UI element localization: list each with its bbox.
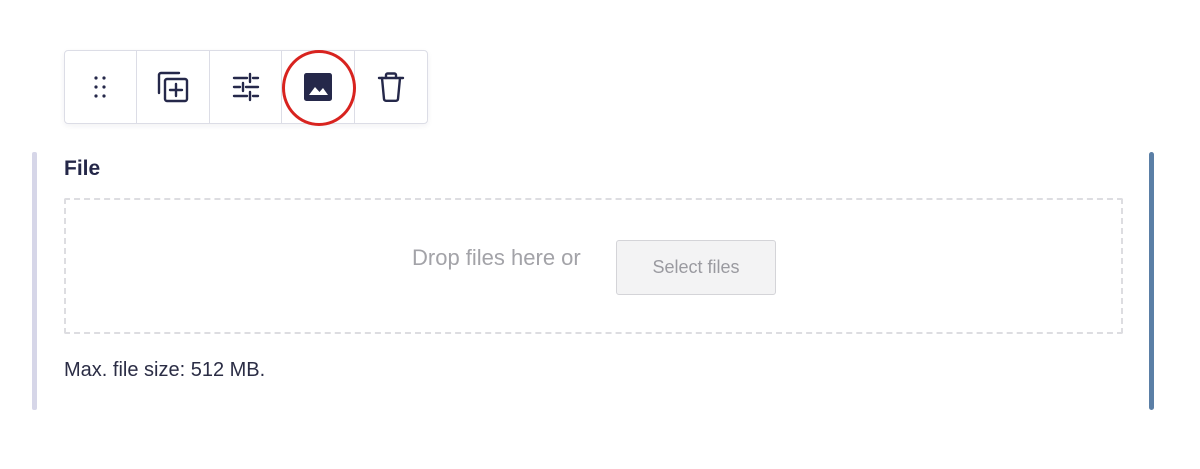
image-button[interactable]: [281, 50, 356, 126]
trash-icon: [376, 71, 406, 103]
file-field-block: File Drop files here or Select files Max…: [32, 152, 1154, 410]
settings-button[interactable]: [210, 51, 283, 123]
dropzone-text: Drop files here or: [412, 245, 581, 270]
left-indicator-bar: [32, 152, 37, 410]
drag-handle-icon: [91, 72, 111, 102]
select-files-button[interactable]: Select files: [616, 240, 776, 295]
image-icon: [302, 71, 334, 103]
page: File Drop files here or Select files Max…: [0, 0, 1200, 469]
field-label: File: [64, 157, 101, 180]
active-indicator-bar: [1149, 152, 1154, 410]
settings-sliders-icon: [230, 71, 262, 103]
delete-button[interactable]: [355, 51, 427, 123]
file-dropzone[interactable]: Drop files here or Select files: [64, 198, 1123, 334]
max-file-size-text: Max. file size: 512 MB.: [64, 359, 266, 381]
block-toolbar: [64, 50, 428, 126]
drag-handle-button[interactable]: [65, 51, 138, 123]
duplicate-icon: [155, 69, 191, 105]
duplicate-button[interactable]: [137, 51, 210, 123]
